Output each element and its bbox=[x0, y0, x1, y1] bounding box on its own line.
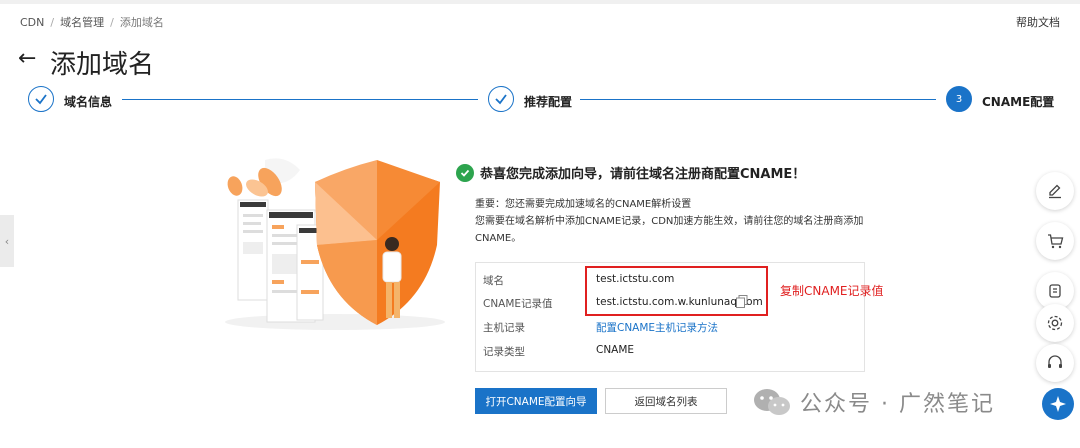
success-message: 恭喜您完成添加向导，请前往域名注册商配置CNAME！ bbox=[480, 167, 806, 182]
check-icon bbox=[488, 86, 514, 112]
record-row-type: 记录类型 CNAME bbox=[476, 344, 866, 366]
notice-line: CNAME。 bbox=[475, 233, 522, 244]
step-label-recommended-config: 推荐配置 bbox=[524, 95, 573, 109]
wechat-icon bbox=[754, 389, 790, 415]
breadcrumb-domain-management[interactable]: 域名管理 bbox=[60, 14, 104, 30]
breadcrumb-cdn[interactable]: CDN bbox=[20, 16, 44, 29]
record-key: 域名 bbox=[483, 275, 504, 287]
cart-icon[interactable] bbox=[1036, 222, 1074, 260]
watermark-text: 公众号 · 广然笔记 bbox=[800, 392, 995, 417]
back-to-domain-list-button[interactable]: 返回域名列表 bbox=[605, 388, 727, 414]
collapse-sidebar-handle[interactable]: ‹ bbox=[0, 215, 14, 267]
breadcrumb: CDN / 域名管理 / 添加域名 bbox=[20, 14, 164, 30]
step-number-badge: 3 bbox=[946, 86, 972, 112]
step-connector bbox=[122, 99, 478, 100]
breadcrumb-separator: / bbox=[110, 15, 114, 29]
shield-illustration bbox=[225, 158, 445, 330]
breadcrumb-separator: / bbox=[50, 15, 55, 29]
edit-icon[interactable] bbox=[1036, 172, 1074, 210]
check-icon bbox=[28, 86, 54, 112]
host-record-help-link[interactable]: 配置CNAME主机记录方法 bbox=[596, 320, 718, 335]
breadcrumb-add-domain: 添加域名 bbox=[119, 16, 164, 29]
step-label-domain-info: 域名信息 bbox=[64, 95, 113, 109]
watermark: 公众号 · 广然笔记 bbox=[752, 386, 995, 418]
record-value: CNAME bbox=[596, 344, 635, 356]
help-docs-link[interactable]: 帮助文档 bbox=[1016, 14, 1060, 30]
record-key: CNAME记录值 bbox=[483, 298, 553, 310]
highlight-box bbox=[585, 266, 768, 316]
open-cname-wizard-button[interactable]: 打开CNAME配置向导 bbox=[475, 388, 597, 414]
cname-notice: 重要：您还需要完成加速域名的CNAME解析设置 您需要在域名解析中添加CNAME… bbox=[475, 196, 875, 247]
annotation-text: 复制CNAME记录值 bbox=[780, 284, 884, 298]
notice-line: 您需要在域名解析中添加CNAME记录，CDN加速方能生效，请前往您的域名注册商添… bbox=[475, 216, 864, 227]
step-connector bbox=[580, 99, 936, 100]
top-border bbox=[0, 0, 1080, 4]
assistant-icon[interactable] bbox=[1042, 388, 1074, 420]
gear-icon[interactable] bbox=[1036, 304, 1074, 342]
notice-line: 重要：您还需要完成加速域名的CNAME解析设置 bbox=[475, 199, 692, 210]
record-key: 主机记录 bbox=[483, 322, 525, 334]
record-row-host: 主机记录 配置CNAME主机记录方法 bbox=[476, 320, 866, 342]
record-key: 记录类型 bbox=[483, 346, 525, 358]
back-arrow-icon[interactable]: ← bbox=[18, 46, 36, 71]
headset-icon[interactable] bbox=[1036, 344, 1074, 382]
progress-steps: 域名信息 推荐配置 3 CNAME配置 bbox=[28, 86, 1058, 114]
page-title: 添加域名 bbox=[50, 50, 155, 80]
success-banner: 恭喜您完成添加向导，请前往域名注册商配置CNAME！ bbox=[456, 163, 805, 182]
step-label-cname-config: CNAME配置 bbox=[982, 95, 1055, 109]
success-check-icon bbox=[456, 163, 474, 182]
